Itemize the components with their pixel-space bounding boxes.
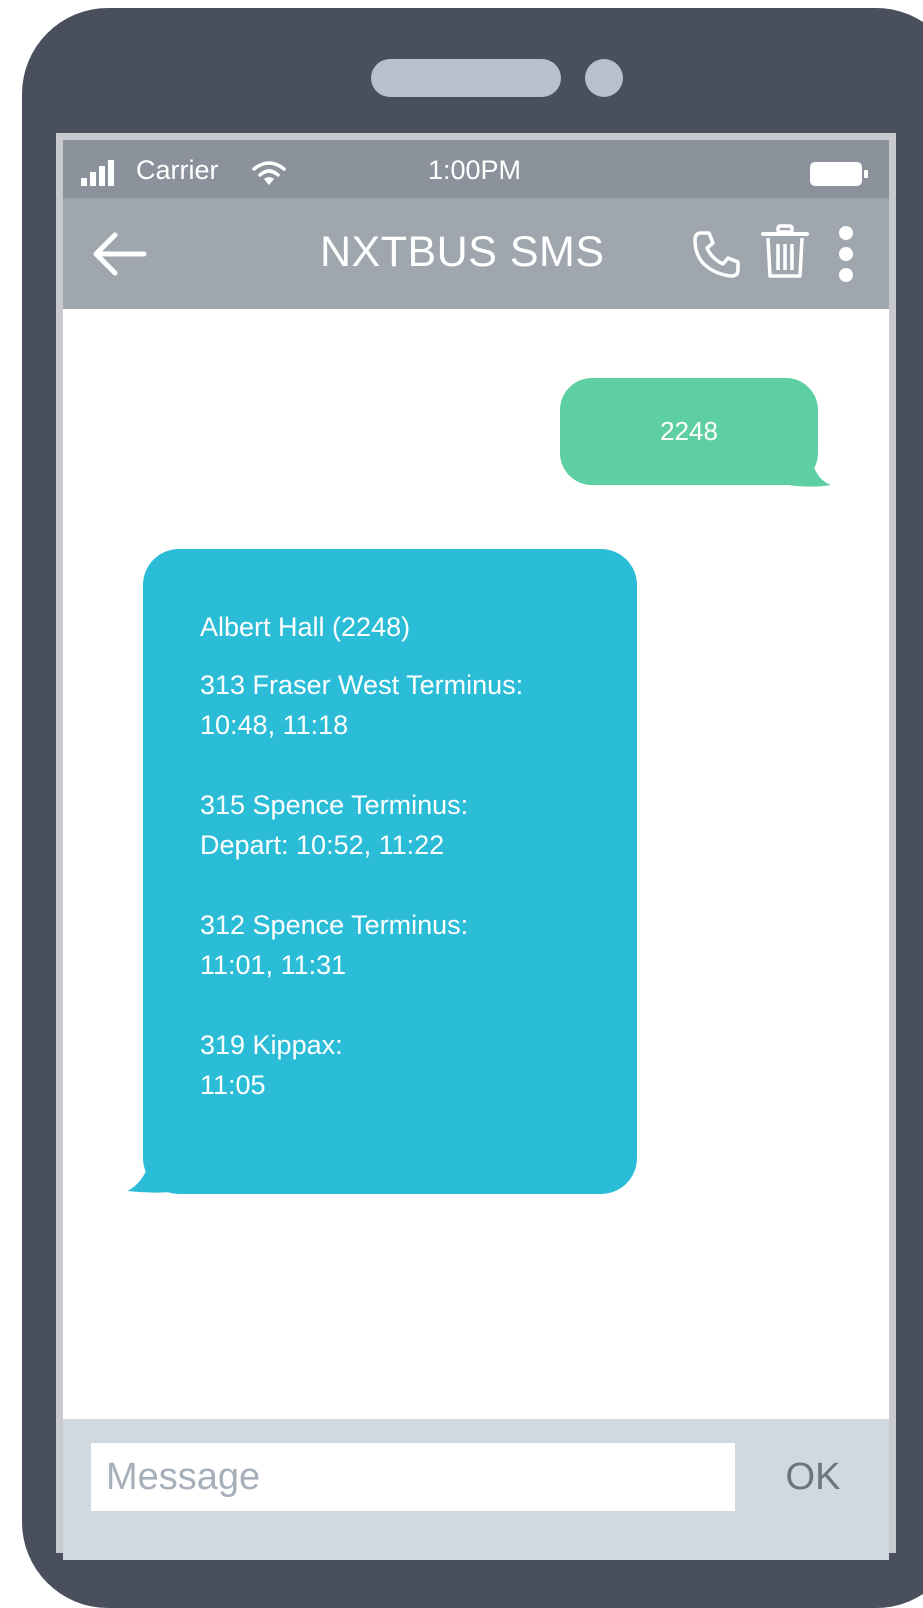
app-header: NXTBUS SMS — [63, 198, 889, 309]
battery-icon — [810, 162, 868, 186]
speaker-grille — [371, 59, 561, 97]
ok-button[interactable]: OK — [763, 1441, 863, 1513]
route-entry: 315 Spence Terminus: Depart: 10:52, 11:2… — [200, 785, 620, 865]
front-camera — [585, 59, 623, 97]
route-entry: 319 Kippax: 11:05 — [200, 1025, 620, 1105]
more-vertical-icon[interactable] — [835, 224, 857, 284]
received-message-bubble: Albert Hall (2248) 313 Fraser West Termi… — [143, 549, 637, 1194]
sent-message-bubble: 2248 — [560, 378, 818, 485]
route-entry: 312 Spence Terminus: 11:01, 11:31 — [200, 905, 620, 985]
route-times: 10:48, 11:18 — [200, 710, 349, 740]
route-entry: 313 Fraser West Terminus: 10:48, 11:18 — [200, 665, 620, 745]
stop-name: Albert Hall (2248) — [200, 612, 411, 642]
route-name: 312 Spence Terminus: — [200, 910, 469, 940]
compose-bar: OK — [63, 1419, 889, 1560]
route-times: 11:01, 11:31 — [200, 950, 347, 980]
route-times: 11:05 — [200, 1070, 266, 1100]
phone-icon[interactable] — [691, 228, 743, 280]
route-name: 319 Kippax: — [200, 1030, 343, 1060]
carrier-label: Carrier — [136, 155, 219, 185]
route-name: 315 Spence Terminus: — [200, 790, 469, 820]
message-input[interactable] — [91, 1443, 735, 1511]
conversation-title: NXTBUS SMS — [320, 228, 605, 276]
route-name: 313 Fraser West Terminus: — [200, 670, 524, 700]
wifi-icon — [252, 161, 286, 185]
sent-message-text: 2248 — [660, 416, 718, 446]
received-message-body: Albert Hall (2248) 313 Fraser West Termi… — [200, 607, 620, 1145]
back-arrow-icon[interactable] — [91, 231, 147, 277]
status-bar: Carrier 1:00PM — [63, 140, 889, 198]
signal-bars-icon — [81, 160, 121, 186]
trash-icon[interactable] — [760, 224, 810, 280]
status-time: 1:00PM — [428, 155, 522, 185]
route-times: Depart: 10:52, 11:22 — [200, 830, 445, 860]
screen: Carrier 1:00PM NXTBUS SMS 2248 Albert Ha… — [63, 140, 889, 1560]
